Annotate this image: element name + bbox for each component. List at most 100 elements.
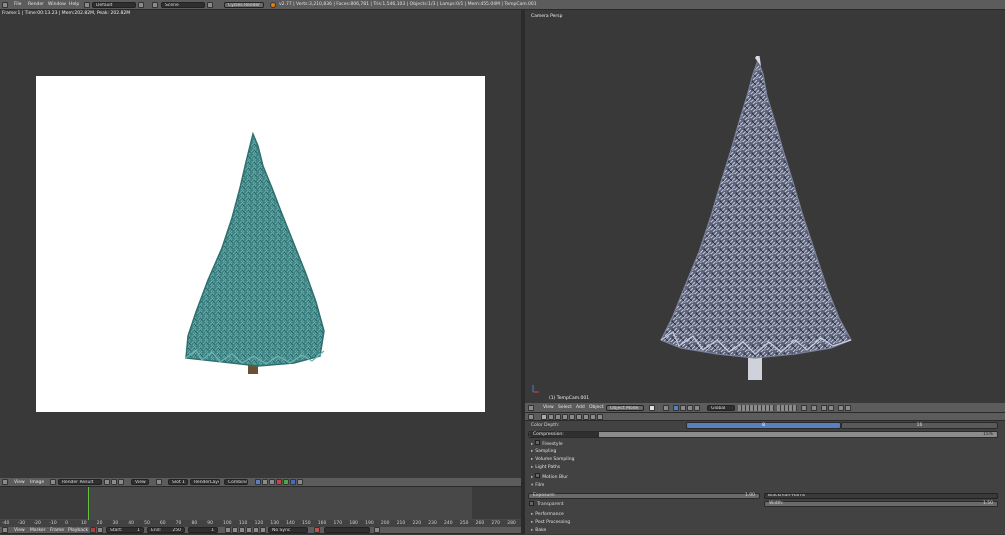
channel-alpha-icon[interactable] <box>269 479 275 485</box>
layout-field[interactable]: Default <box>92 2 136 8</box>
image-name-field[interactable]: Render Result <box>58 479 102 485</box>
channel-rgb-icon[interactable] <box>262 479 268 485</box>
tab-scene-icon[interactable] <box>555 414 561 420</box>
timeline-menu-playback[interactable]: Playback <box>68 528 88 534</box>
panel-motion-blur[interactable]: ▸ Motion Blur <box>525 473 998 481</box>
image-mode-icon[interactable] <box>118 479 124 485</box>
start-frame-field[interactable]: Start: 1 <box>106 527 144 533</box>
transparent-checkbox[interactable] <box>529 501 534 506</box>
tab-render-layers-icon[interactable] <box>548 414 554 420</box>
shading-mode-icon[interactable] <box>649 405 655 411</box>
autokey-icon[interactable] <box>314 527 320 533</box>
color-depth-16-button[interactable]: 16 <box>841 422 998 429</box>
panel-freestyle[interactable]: ▸ Freestyle <box>525 440 998 448</box>
compression-slider[interactable]: Compression: 15% <box>528 431 998 438</box>
keying-set-field[interactable] <box>324 527 370 533</box>
manipulator-scale-icon[interactable] <box>694 405 700 411</box>
properties-editor-type-icon[interactable] <box>528 414 534 420</box>
sync-select[interactable]: No Sync <box>268 527 308 533</box>
viewport-menu-view[interactable]: View <box>543 405 554 411</box>
tab-object-icon[interactable] <box>569 414 575 420</box>
image-view-select[interactable]: View <box>131 479 149 485</box>
render-layer-select[interactable]: RenderLayer <box>190 479 220 485</box>
display-channels-icon[interactable] <box>255 479 261 485</box>
pivot-point-icon[interactable] <box>663 405 669 411</box>
manipulator-translate-icon[interactable] <box>680 405 686 411</box>
record-icon[interactable] <box>90 527 96 533</box>
manipulator-rotate-icon[interactable] <box>687 405 693 411</box>
editor-type-icon[interactable] <box>2 2 8 8</box>
image-pin-icon[interactable] <box>104 479 110 485</box>
timeline-menu-view[interactable]: View <box>14 528 25 534</box>
scene-add-icon[interactable] <box>207 2 213 8</box>
layout-add-icon[interactable] <box>138 2 144 8</box>
filter-width-field[interactable]: Width: 1.50 <box>764 501 998 507</box>
next-key-icon[interactable] <box>253 527 259 533</box>
render-engine-select[interactable]: Cycles Render <box>224 2 264 8</box>
proportional-edit-icon[interactable] <box>811 405 817 411</box>
timeline-ruler[interactable]: -40 -30 -20 -10 0 10 20 30 40 50 60 70 80 90 100 110 120… <box>0 520 521 527</box>
panel-post-processing[interactable]: ▸ Post Processing <box>525 519 998 527</box>
play-icon[interactable] <box>246 527 252 533</box>
layout-icon[interactable] <box>84 2 90 8</box>
jump-start-icon[interactable] <box>225 527 231 533</box>
layer-buttons[interactable] <box>738 405 774 411</box>
tab-modifiers-icon[interactable] <box>583 414 589 420</box>
tab-constraints-icon[interactable] <box>576 414 582 420</box>
opengl-render-icon[interactable] <box>838 405 844 411</box>
snap-element-icon[interactable] <box>828 405 834 411</box>
timeline-editor-type-icon[interactable] <box>2 527 8 533</box>
transform-orientation-select[interactable]: Global <box>707 405 735 411</box>
scene-icon[interactable] <box>152 2 158 8</box>
image-close-icon[interactable] <box>111 479 117 485</box>
slot-select[interactable]: Slot 1 <box>168 479 188 485</box>
menu-help[interactable]: Help <box>69 2 79 8</box>
render-pass-select[interactable]: Combined <box>224 479 248 485</box>
transparent-checkbox-row[interactable]: Transparent <box>529 501 564 508</box>
image-browse-icon[interactable] <box>50 479 56 485</box>
snap-icon[interactable] <box>821 405 827 411</box>
image-menu-view[interactable]: View <box>14 480 25 486</box>
viewport-menu-add[interactable]: Add <box>576 405 585 411</box>
pixel-filter-select[interactable]: Blackman-Harris <box>764 493 998 499</box>
jump-end-icon[interactable] <box>260 527 266 533</box>
tab-data-icon[interactable] <box>590 414 596 420</box>
opengl-anim-icon[interactable] <box>845 405 851 411</box>
end-frame-field[interactable]: End: 250 <box>147 527 185 533</box>
viewport-menu-object[interactable]: Object <box>589 405 604 411</box>
keying-icon[interactable] <box>97 527 103 533</box>
keyframe-insert-icon[interactable] <box>374 527 380 533</box>
viewport-editor-type-icon[interactable] <box>528 405 534 411</box>
layer-buttons-2[interactable] <box>777 405 797 411</box>
checkbox-icon[interactable] <box>535 440 541 445</box>
tab-material-icon[interactable] <box>597 414 603 420</box>
color-depth-8-button[interactable]: 8 <box>686 422 841 429</box>
channel-blue-icon[interactable] <box>290 479 296 485</box>
channel-green-icon[interactable] <box>283 479 289 485</box>
channel-extra-icon[interactable] <box>297 479 303 485</box>
panel-sampling[interactable]: ▸ Sampling <box>525 448 998 456</box>
tab-world-icon[interactable] <box>562 414 568 420</box>
menu-window[interactable]: Window <box>48 2 66 8</box>
menu-render[interactable]: Render <box>28 2 44 8</box>
timeline-menu-frame[interactable]: Frame <box>50 528 64 534</box>
panel-performance[interactable]: ▸ Performance <box>525 511 998 519</box>
channel-red-icon[interactable] <box>276 479 282 485</box>
image-zoom-icon[interactable] <box>156 479 162 485</box>
checkbox-icon[interactable] <box>535 473 541 478</box>
scene-field[interactable]: Scene <box>161 2 205 8</box>
exposure-field[interactable]: Exposure: 1.00 <box>528 493 760 499</box>
manipulator-toggle-icon[interactable] <box>673 405 679 411</box>
panel-volume-sampling[interactable]: ▸ Volume Sampling <box>525 456 998 464</box>
tab-render-icon[interactable] <box>541 414 547 420</box>
image-editor-type-icon[interactable] <box>2 479 8 485</box>
menu-file[interactable]: File <box>14 2 22 8</box>
object-mode-select[interactable]: Object Mode <box>606 405 644 411</box>
image-menu-image[interactable]: Image <box>30 480 44 486</box>
panel-light-paths[interactable]: ▸ Light Paths <box>525 464 998 472</box>
prev-key-icon[interactable] <box>232 527 238 533</box>
current-frame-field[interactable]: 1 <box>188 527 218 533</box>
viewport-menu-select[interactable]: Select <box>558 405 572 411</box>
play-reverse-icon[interactable] <box>239 527 245 533</box>
timeline-menu-marker[interactable]: Marker <box>30 528 46 534</box>
